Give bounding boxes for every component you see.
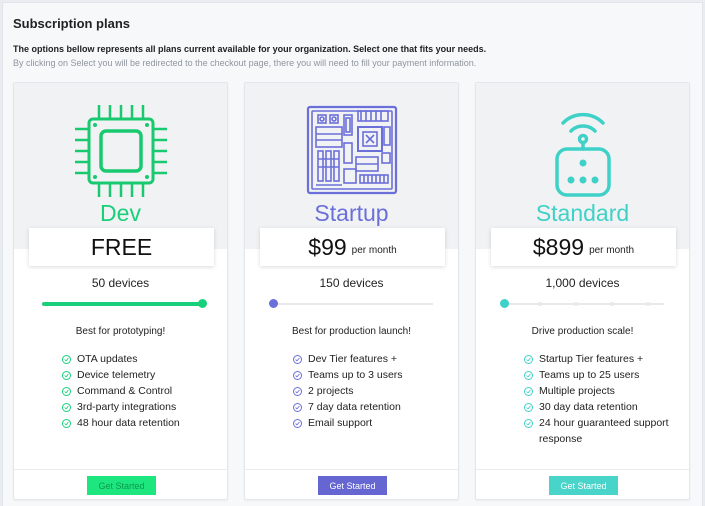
page-lead: The options bellow represents all plans … [13, 44, 487, 54]
feature-item: Email support [293, 415, 403, 431]
feature-text: Startup Tier features + [539, 353, 644, 365]
slider-track [273, 303, 433, 305]
check-circle-icon [524, 370, 533, 380]
slider-step-dot [646, 302, 650, 306]
price-box: $899 per month [491, 228, 676, 266]
page-subtitle: By clicking on Select you will be redire… [13, 58, 477, 68]
plan-period: per month [589, 244, 635, 256]
card-divider [476, 469, 689, 470]
check-circle-icon [293, 370, 302, 380]
feature-text: 2 projects [308, 385, 354, 397]
feature-item: Startup Tier features + [524, 351, 689, 367]
check-circle-icon [524, 402, 533, 412]
feature-text: 7 day data retention [308, 401, 401, 413]
slider-knob[interactable] [269, 299, 278, 308]
wireless-device-icon [533, 101, 633, 201]
plan-price: $899 [532, 233, 585, 260]
slider-knob[interactable] [198, 299, 207, 308]
chip-icon [71, 101, 171, 201]
feature-item: OTA updates [62, 351, 180, 367]
plan-tagline: Drive production scale! [531, 326, 634, 337]
check-circle-icon [62, 402, 71, 412]
feature-item: Multiple projects [524, 383, 689, 399]
feature-item: 3rd-party integrations [62, 399, 180, 415]
get-started-button[interactable]: Get Started [87, 476, 156, 495]
device-slider[interactable] [269, 298, 433, 310]
check-circle-icon [62, 418, 71, 428]
card-divider [245, 469, 458, 470]
feature-list: Startup Tier features + Teams up to 25 us… [524, 351, 689, 447]
check-circle-icon [293, 386, 302, 396]
plan-devices: 50 devices [91, 276, 150, 290]
feature-list: OTA updates Device telemetry Command & Con… [62, 351, 180, 431]
check-circle-icon [524, 418, 533, 428]
feature-item: Command & Control [62, 383, 180, 399]
subscription-panel: Subscription plans The options bellow re… [2, 2, 703, 506]
feature-item: 7 day data retention [293, 399, 403, 415]
feature-text: 48 hour data retention [77, 417, 180, 429]
feature-item: 30 day data retention [524, 399, 689, 415]
feature-text: Multiple projects [539, 385, 615, 397]
feature-text: Teams up to 25 users [539, 369, 640, 381]
feature-text: Email support [308, 417, 373, 429]
feature-item: Dev Tier features + [293, 351, 403, 367]
plan-name: Standard [535, 200, 630, 226]
check-circle-icon [62, 370, 71, 380]
check-circle-icon [293, 418, 302, 428]
get-started-button[interactable]: Get Started [318, 476, 387, 495]
feature-item: Teams up to 3 users [293, 367, 403, 383]
check-circle-icon [524, 386, 533, 396]
plan-card-startup: Startup $99 per month 150 devices Best f… [244, 82, 459, 500]
plan-devices: 150 devices [319, 276, 384, 290]
feature-item: 48 hour data retention [62, 415, 180, 431]
slider-step-dot [610, 302, 614, 306]
check-circle-icon [62, 386, 71, 396]
feature-text: 30 day data retention [539, 401, 638, 413]
plan-price: FREE [90, 233, 153, 260]
feature-list: Dev Tier features + Teams up to 3 users 2 … [293, 351, 403, 431]
feature-item: 24 hour guaranteed support response [524, 415, 689, 447]
device-slider[interactable] [500, 298, 664, 310]
check-circle-icon [62, 354, 71, 364]
feature-text: 24 hour guaranteed support response [539, 417, 669, 445]
feature-text: Device telemetry [77, 369, 156, 381]
plan-name: Startup [314, 200, 389, 226]
feature-text: 3rd-party integrations [77, 401, 177, 413]
check-circle-icon [293, 354, 302, 364]
slider-step-dot [538, 302, 542, 306]
plan-tagline: Best for production launch! [292, 326, 411, 337]
feature-text: Teams up to 3 users [308, 369, 403, 381]
get-started-button[interactable]: Get Started [549, 476, 618, 495]
price-box: FREE [29, 228, 214, 266]
device-slider[interactable] [42, 298, 207, 310]
feature-item: Teams up to 25 users [524, 367, 689, 383]
check-circle-icon [293, 402, 302, 412]
plan-tagline: Best for prototyping! [75, 326, 166, 337]
card-divider [14, 469, 227, 470]
feature-text: Dev Tier features + [308, 353, 397, 365]
plan-price: $99 [308, 233, 347, 260]
check-circle-icon [524, 354, 533, 364]
plan-devices: 1,000 devices [545, 276, 620, 290]
plan-card-dev: Dev FREE 50 devices Best for prototyping… [13, 82, 228, 500]
plan-name: Dev [100, 200, 141, 226]
price-box: $99 per month [260, 228, 445, 266]
slider-step-dot [574, 302, 578, 306]
motherboard-icon [302, 101, 402, 201]
plan-card-standard: Standard $899 per month 1,000 devices Dr… [475, 82, 690, 500]
page-title: Subscription plans [13, 16, 131, 31]
plan-period: per month [351, 244, 397, 256]
slider-fill [42, 302, 202, 306]
feature-item: Device telemetry [62, 367, 180, 383]
feature-item: 2 projects [293, 383, 403, 399]
slider-track [504, 303, 664, 305]
feature-text: OTA updates [77, 353, 138, 365]
slider-knob[interactable] [500, 299, 509, 308]
feature-text: Command & Control [77, 385, 173, 397]
